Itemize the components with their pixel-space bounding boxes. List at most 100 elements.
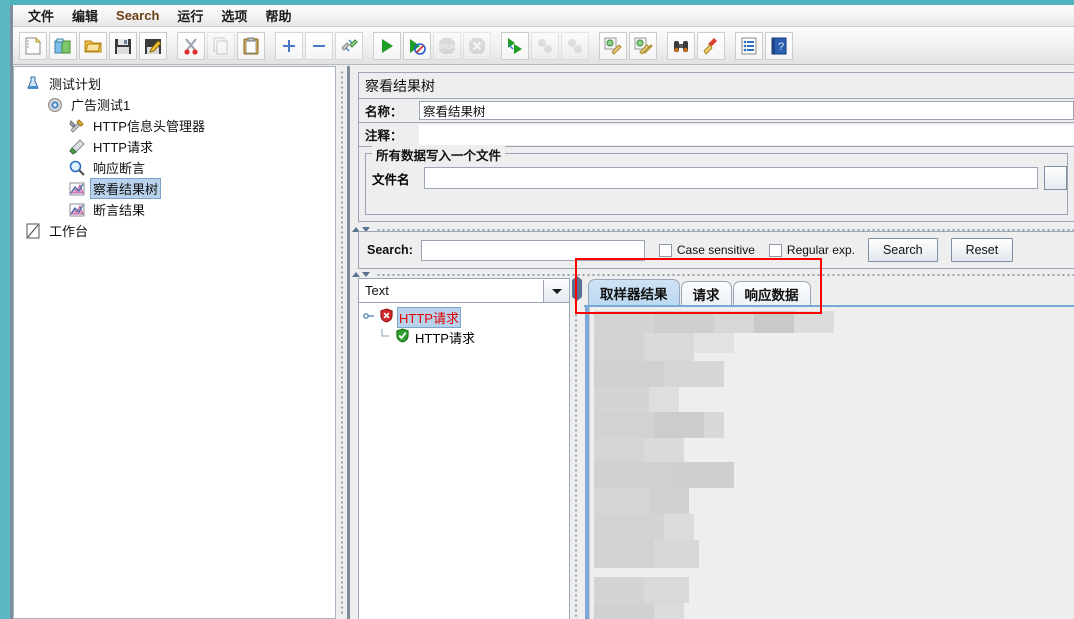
- test-plan-tree[interactable]: 测试计划 广告测试1 HTTP信息头管理器 HTTP请求 响应断言 察看结果树 …: [13, 66, 336, 619]
- help-icon-button[interactable]: ?: [765, 31, 793, 60]
- menu-file[interactable]: 文件: [19, 5, 63, 26]
- menu-edit[interactable]: 编辑: [63, 5, 107, 26]
- shutdown-icon-button[interactable]: [463, 31, 491, 60]
- name-input[interactable]: [419, 101, 1074, 120]
- menu-search[interactable]: Search: [107, 7, 168, 24]
- checkbox-box[interactable]: [658, 243, 672, 257]
- name-label: 名称：: [365, 105, 403, 119]
- stop-icon-button[interactable]: STOP: [433, 31, 461, 60]
- open-folder-icon-button[interactable]: [79, 31, 107, 60]
- error-shield-icon: [379, 308, 397, 326]
- toolbar: STOP ?: [13, 27, 1074, 65]
- paste-icon-button[interactable]: [237, 31, 265, 60]
- header-manager-icon: [68, 117, 86, 135]
- tree-node-label: HTTP信息头管理器: [93, 119, 205, 134]
- expander-icon[interactable]: [363, 310, 379, 325]
- right-content-panel: 察看结果树 名称： 注释： 所有数据写入一个文件 文件名: [350, 66, 1074, 619]
- split-grip-dots: [340, 70, 344, 615]
- sample-row-failed[interactable]: HTTP请求: [363, 306, 569, 328]
- tab-content-panel: http://blog.csdn.net/LWJ1018: [584, 305, 1074, 619]
- test-plan-icon: [24, 75, 42, 93]
- toolbar-separator: [266, 31, 274, 61]
- tree-node-label: 响应断言: [93, 161, 146, 176]
- comment-input[interactable]: [419, 124, 1074, 145]
- toggle-icon-button[interactable]: [335, 31, 363, 60]
- toolbar-separator: [658, 31, 666, 61]
- results-split-divider-vertical[interactable]: [570, 276, 584, 619]
- checkbox-box[interactable]: [768, 243, 782, 257]
- tree-node-label: 广告测试1: [71, 98, 131, 113]
- tree-node-http-request[interactable]: HTTP请求: [20, 136, 335, 157]
- browse-button[interactable]: [1043, 166, 1067, 190]
- chevron-up-icon[interactable]: [352, 272, 360, 277]
- tree-node-test-plan[interactable]: 测试计划: [20, 73, 335, 94]
- toolbar-separator: [590, 31, 598, 61]
- expand-all-icon-button[interactable]: [275, 31, 303, 60]
- tree-node-thread-group[interactable]: 广告测试1: [20, 94, 335, 115]
- window-left-accent-bar: [0, 0, 10, 619]
- chevron-down-icon[interactable]: [362, 272, 370, 277]
- search-label: Search:: [367, 243, 413, 257]
- case-sensitive-checkbox[interactable]: Case sensitive: [658, 243, 755, 257]
- sample-detail-tabs: 取样器结果 请求 响应数据: [584, 278, 1074, 619]
- tree-node-header-manager[interactable]: HTTP信息头管理器: [20, 115, 335, 136]
- function-helper-icon-button[interactable]: [735, 31, 763, 60]
- workbench-icon: [24, 222, 42, 240]
- sample-label: HTTP请求: [397, 306, 461, 328]
- save-as-icon-button[interactable]: [139, 31, 167, 60]
- toolbar-separator: [726, 31, 734, 61]
- tree-node-label: 断言结果: [93, 203, 146, 218]
- tree-node-label: 测试计划: [49, 77, 102, 92]
- new-document-icon-button[interactable]: [19, 31, 47, 60]
- tree-node-response-assertion[interactable]: 响应断言: [20, 157, 335, 178]
- collapse-all-icon-button[interactable]: [305, 31, 333, 60]
- name-field-row: 名称：: [359, 99, 1074, 122]
- content-scrollbar[interactable]: [584, 307, 590, 619]
- tab-response-data[interactable]: 响应数据: [732, 281, 811, 306]
- menu-options[interactable]: 选项: [212, 5, 256, 26]
- menu-help[interactable]: 帮助: [256, 5, 300, 26]
- save-icon-button[interactable]: [109, 31, 137, 60]
- filename-input[interactable]: [424, 167, 1038, 189]
- sample-result-tree[interactable]: Text HTTP请求 HTTP请求: [358, 278, 570, 619]
- view-results-tree-icon: [68, 180, 86, 198]
- remote-shutdown-all-icon-button[interactable]: [561, 31, 589, 60]
- render-format-combo[interactable]: Text: [359, 279, 569, 303]
- start-icon-button[interactable]: [373, 31, 401, 60]
- tree-node-view-results-tree[interactable]: 察看结果树: [20, 178, 335, 199]
- main-split-divider[interactable]: [336, 66, 350, 619]
- reset-button[interactable]: Reset: [950, 238, 1014, 262]
- thread-group-icon: [46, 96, 64, 114]
- menu-bar: 文件 编辑 Search 运行 选项 帮助: [13, 5, 1074, 27]
- tree-node-label: HTTP请求: [93, 140, 153, 155]
- redacted-content-mosaic: [594, 307, 894, 619]
- jmeter-window: 文件 编辑 Search 运行 选项 帮助 STOP ? 测试计划 广告测试1 …: [0, 0, 1074, 619]
- tree-branch-icon: [379, 328, 395, 346]
- assertion-results-icon: [68, 201, 86, 219]
- output-file-legend: 所有数据写入一个文件: [372, 145, 506, 164]
- svg-text:STOP: STOP: [439, 45, 455, 51]
- sample-row-passed[interactable]: HTTP请求: [363, 327, 569, 347]
- toolbar-separator: [492, 31, 500, 61]
- remote-start-all-icon-button[interactable]: [501, 31, 529, 60]
- chevron-down-icon[interactable]: [543, 279, 569, 302]
- comment-field-row: 注释：: [359, 123, 1074, 146]
- tree-node-workbench[interactable]: 工作台: [20, 220, 335, 241]
- cut-icon-button[interactable]: [177, 31, 205, 60]
- templates-icon-button[interactable]: [49, 31, 77, 60]
- search-binoculars-icon-button[interactable]: [667, 31, 695, 60]
- remote-stop-all-icon-button[interactable]: [531, 31, 559, 60]
- clear-icon-button[interactable]: [599, 31, 627, 60]
- clear-all-icon-button[interactable]: [629, 31, 657, 60]
- tree-node-assertion-results[interactable]: 断言结果: [20, 199, 335, 220]
- menu-run[interactable]: 运行: [168, 5, 212, 26]
- copy-icon-button[interactable]: [207, 31, 235, 60]
- search-input[interactable]: [420, 239, 645, 261]
- tab-request[interactable]: 请求: [680, 281, 732, 306]
- start-no-pause-icon-button[interactable]: [403, 31, 431, 60]
- reset-search-broom-icon-button[interactable]: [697, 31, 725, 60]
- search-button[interactable]: Search: [867, 238, 938, 262]
- regular-exp-checkbox[interactable]: Regular exp.: [768, 243, 855, 257]
- page-title: 察看结果树: [359, 73, 1074, 99]
- tab-sampler-result[interactable]: 取样器结果: [588, 279, 680, 306]
